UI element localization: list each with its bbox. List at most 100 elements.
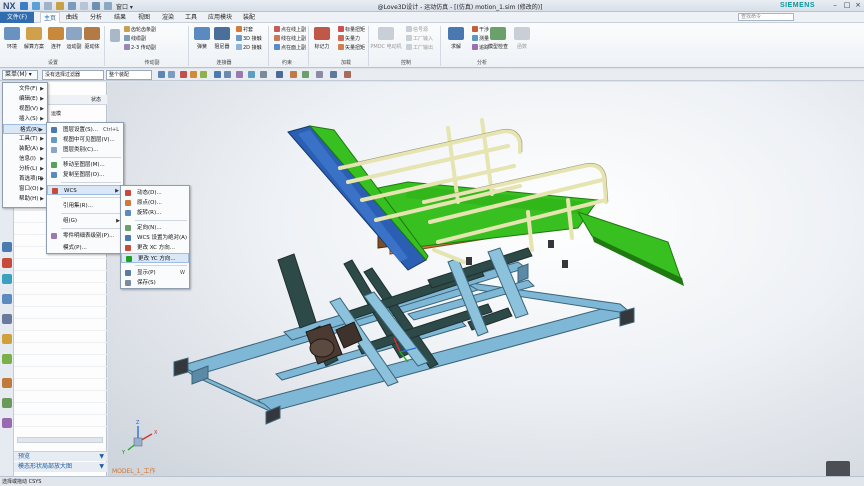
menu-information[interactable]: 信息(I) ▶ — [3, 154, 47, 164]
menu-edit[interactable]: 编辑(E) ▶ — [3, 94, 47, 104]
orient-view-icon[interactable] — [276, 71, 283, 78]
menu-mode[interactable]: 模式(P)... — [47, 243, 123, 253]
navigator-status-column[interactable]: 状态 — [91, 96, 101, 103]
pmdc-motor-button[interactable]: PMDC 电动机 — [370, 43, 402, 50]
point-on-surface-item[interactable]: 点在面上副 — [274, 44, 306, 51]
menu-change-xc-direction[interactable]: 更改 XC 方向... — [121, 243, 189, 253]
damper-button[interactable]: 阻尼器 — [210, 43, 234, 50]
environment-button[interactable]: 环境 — [2, 43, 22, 50]
rack-pinion-item[interactable]: 齿轮齿条副 — [124, 26, 156, 33]
marker-force-button[interactable]: 标记力 — [310, 43, 334, 50]
menu-layer-category[interactable]: 图层类别(C)... — [47, 145, 123, 155]
tab-render[interactable]: 渲染 — [159, 12, 177, 23]
menu-wcs-dynamic[interactable]: 动态(D)... — [121, 188, 189, 198]
assembly-navigator-icon[interactable] — [2, 274, 12, 284]
menu-parts-list-levels[interactable]: 零件明细表级别(P)... — [47, 231, 123, 241]
select-all-icon[interactable] — [158, 71, 165, 78]
environment-icon[interactable] — [4, 27, 20, 40]
deselect-icon[interactable] — [168, 71, 175, 78]
touch-mode-icon[interactable] — [104, 2, 112, 10]
plant-output-item[interactable]: 工厂输出 — [406, 44, 433, 51]
redo-icon[interactable] — [44, 2, 52, 10]
menu-change-yc-direction[interactable]: 更改 YC 方向... — [121, 253, 189, 263]
fit-view-icon[interactable] — [214, 71, 221, 78]
signal-source-item[interactable]: 信号源 — [406, 26, 428, 33]
menu-visible-layers[interactable]: 视图中可见图层(V)... — [47, 135, 123, 145]
section-view-icon[interactable] — [260, 71, 267, 78]
save-icon[interactable] — [20, 2, 28, 10]
repeat-icon[interactable] — [92, 2, 100, 10]
coupler-icon[interactable] — [110, 29, 120, 42]
plant-input-item[interactable]: 工厂输入 — [406, 35, 433, 42]
menu-insert[interactable]: 插入(S) ▶ — [3, 114, 47, 124]
menu-wcs-display[interactable]: 显示(P) W — [121, 268, 189, 278]
function-icon[interactable] — [514, 27, 530, 40]
wcs-icon[interactable] — [316, 71, 323, 78]
driver-icon[interactable] — [84, 27, 100, 40]
minimize-button[interactable]: – — [830, 1, 840, 10]
tab-curve[interactable]: 曲线 — [63, 12, 81, 23]
mode-shape-panel-header[interactable]: 模态形状局部放大图 ▼ — [14, 462, 107, 472]
menu-file[interactable]: 文件(F) ▶ — [3, 84, 47, 94]
menu-preferences[interactable]: 首选项(P) ▶ — [3, 174, 47, 184]
menu-assembly[interactable]: 装配(A) ▶ — [3, 144, 47, 154]
tab-applications[interactable]: 应用模块 — [205, 12, 235, 23]
menu-wcs-rotate[interactable]: 旋转(R)... — [121, 208, 189, 218]
solution-button[interactable]: 解算方案 — [21, 43, 47, 50]
roles-icon[interactable] — [2, 398, 12, 408]
navigator-icon[interactable] — [2, 242, 12, 252]
menu-wcs-absolute[interactable]: WCS 设置为绝对(A) — [121, 233, 189, 243]
solve-button[interactable]: 求解 — [444, 43, 468, 50]
menu-wcs-orient[interactable]: 定向(N)... — [121, 223, 189, 233]
point-on-curve-item[interactable]: 点在线上副 — [274, 26, 306, 33]
maximize-button[interactable]: □ — [842, 1, 852, 10]
navigator-horizontal-scrollbar[interactable] — [17, 437, 103, 443]
menu-view[interactable]: 视图(V) ▶ — [3, 104, 47, 114]
cut-icon[interactable] — [56, 2, 64, 10]
driver-button[interactable]: 驱动体 — [81, 43, 103, 50]
pmdc-motor-icon[interactable] — [378, 27, 394, 40]
system-materials-icon[interactable] — [2, 354, 12, 364]
menu-group[interactable]: 组(G) ▶ — [47, 216, 123, 226]
menu-reference-sets[interactable]: 引用集(R)... — [47, 201, 123, 211]
function-button[interactable]: 函数 — [512, 43, 532, 50]
close-button[interactable]: × — [853, 1, 863, 10]
menu-layer-settings[interactable]: 图层设置(S)... Ctrl+L — [47, 125, 123, 135]
history-icon[interactable] — [2, 334, 12, 344]
web-browser-icon[interactable] — [2, 314, 12, 324]
interference-item[interactable]: 干涉 — [472, 26, 489, 33]
navigator-item[interactable]: 运模 — [51, 110, 61, 117]
snap-point-icon[interactable] — [180, 71, 187, 78]
zoom-icon[interactable] — [224, 71, 231, 78]
render-style-icon[interactable] — [248, 71, 255, 78]
model-check-icon[interactable] — [490, 27, 506, 40]
spring-icon[interactable] — [194, 27, 210, 40]
midpoint-icon[interactable] — [200, 71, 207, 78]
menu-wcs[interactable]: WCS ▶ — [47, 185, 123, 195]
cable-item[interactable]: 线缆副 — [124, 35, 146, 42]
menu-help[interactable]: 帮助(H) ▶ — [3, 194, 47, 204]
tab-tools[interactable]: 工具 — [182, 12, 200, 23]
paste-icon[interactable] — [80, 2, 88, 10]
file-tab[interactable]: 文件(F) — [0, 12, 34, 23]
menu-copy-to-layer[interactable]: 复制至图层(O)... — [47, 170, 123, 180]
two-three-coupler-item[interactable]: 2-3 传动副 — [124, 44, 156, 51]
tab-results[interactable]: 结果 — [111, 12, 129, 23]
layer-icon[interactable] — [290, 71, 297, 78]
link-icon[interactable] — [48, 27, 64, 40]
bed-mechanism-model[interactable]: X Y Z — [108, 82, 864, 476]
graphics-viewport[interactable]: X Y Z — [108, 82, 864, 476]
menu-analysis[interactable]: 分析(L) ▶ — [3, 164, 47, 174]
menu-move-to-layer[interactable]: 移动至图层(M)... — [47, 160, 123, 170]
assembly-scope-dropdown[interactable]: 整个装配 — [106, 70, 152, 80]
menu-tools[interactable]: 工具(T) ▶ — [3, 134, 47, 144]
tab-assembly[interactable]: 装配 — [240, 12, 258, 23]
tab-view[interactable]: 视图 — [135, 12, 153, 23]
reuse-library-icon[interactable] — [2, 294, 12, 304]
bushing-item[interactable]: 衬套 — [236, 26, 253, 33]
palette-icon[interactable] — [2, 418, 12, 428]
tab-analysis[interactable]: 分析 — [87, 12, 105, 23]
marker-force-icon[interactable] — [314, 27, 330, 40]
part-navigator-icon[interactable] — [2, 258, 12, 268]
selection-filter-dropdown[interactable]: 没有选择过滤器 — [42, 70, 104, 80]
